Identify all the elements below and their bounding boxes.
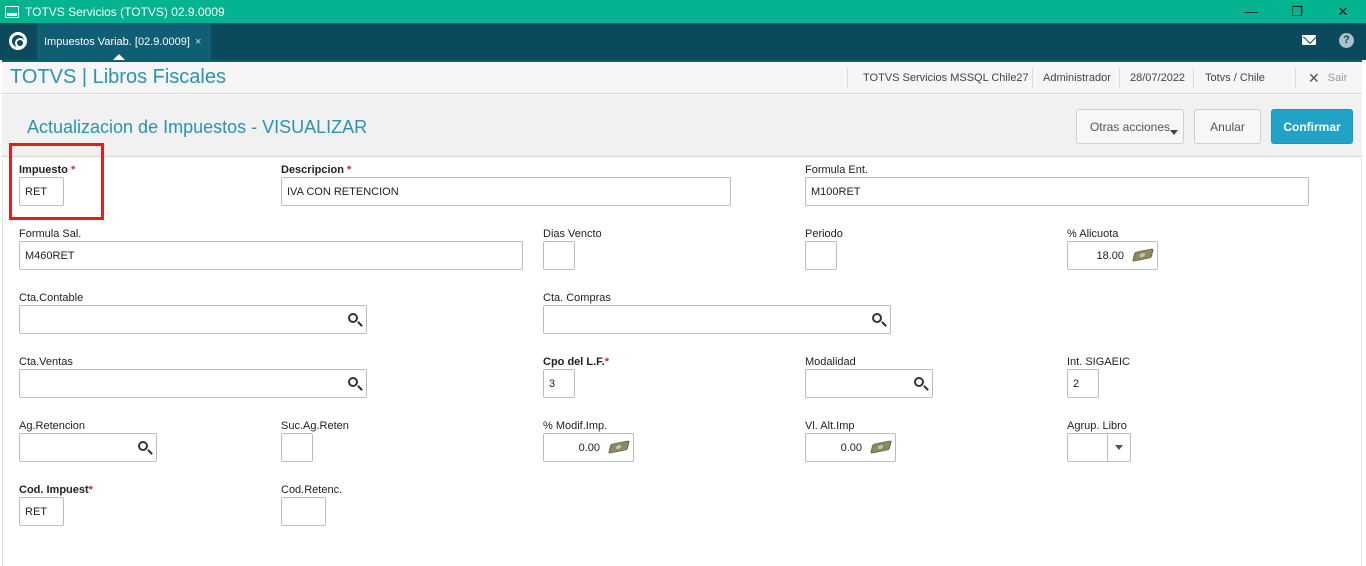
alicuota-label: % Alicuota	[1067, 228, 1119, 240]
int-sigaeic-field[interactable]: 2	[1067, 369, 1099, 398]
search-icon[interactable]	[138, 441, 148, 451]
chevron-down-icon	[1170, 130, 1178, 135]
chevron-down-icon[interactable]	[1107, 434, 1130, 461]
divider	[1119, 68, 1120, 88]
ag-retencion-label: Ag.Retencion	[19, 420, 86, 432]
cta-compras-label: Cta. Compras	[543, 292, 611, 304]
exit-label: Sair	[1327, 72, 1348, 84]
alicuota-value: 18.00	[1096, 249, 1124, 262]
dias-vencto-label: Dias Vencto	[543, 228, 602, 240]
cta-contable-label: Cta.Contable	[19, 292, 84, 304]
modif-imp-value: 0.00	[578, 441, 600, 454]
window-controls: — ❐ ✕	[1228, 0, 1366, 23]
close-icon: ✕	[1308, 69, 1320, 86]
formula-sal-label: Formula Sal.	[19, 228, 82, 240]
other-actions-label: Otras acciones	[1089, 119, 1171, 134]
ag-retencion-field[interactable]	[19, 433, 157, 462]
cod-retenc-field[interactable]	[281, 497, 326, 526]
formula-ent-label: Formula Ent.	[805, 164, 868, 176]
search-icon[interactable]	[914, 377, 924, 387]
search-icon[interactable]	[348, 313, 358, 323]
home-icon[interactable]	[9, 32, 27, 50]
divider	[847, 68, 848, 88]
suc-ag-reten-field[interactable]	[281, 433, 313, 462]
user-label: Administrador	[1043, 72, 1111, 84]
cpo-lf-label: Cpo del L.F.*	[543, 356, 610, 368]
tab-bar: Impuestos Variab. [02.9.0009] × ?	[0, 23, 1366, 60]
other-actions-button[interactable]: Otras acciones	[1076, 109, 1184, 144]
search-icon[interactable]	[348, 377, 358, 387]
descripcion-field[interactable]: IVA CON RETENCION	[281, 177, 731, 206]
tab-close-icon[interactable]: ×	[195, 36, 201, 48]
suc-ag-reten-label: Suc.Ag.Reten	[281, 420, 349, 432]
form-toolbar: Actualizacion de Impuestos - VISUALIZAR …	[2, 95, 1362, 157]
modalidad-label: Modalidad	[805, 356, 856, 368]
window-close-button[interactable]: ✕	[1320, 0, 1366, 23]
cta-contable-field[interactable]	[19, 305, 367, 334]
window-title: TOTVS Servicios (TOTVS) 02.9.0009	[25, 4, 225, 19]
money-icon[interactable]	[870, 440, 892, 454]
form-area	[2, 158, 1362, 566]
environment-label: TOTVS Servicios MSSQL Chile27	[863, 72, 1029, 84]
modalidad-field[interactable]	[805, 369, 933, 398]
int-sigaeic-label: Int. SIGAEIC	[1067, 356, 1130, 368]
highlight-annotation	[9, 143, 104, 220]
periodo-label: Periodo	[805, 228, 843, 240]
tab-label: Impuestos Variab. [02.9.0009]	[44, 35, 190, 48]
mail-icon[interactable]	[1302, 35, 1316, 45]
descripcion-label: Descripcion *	[281, 164, 352, 176]
app-name: TOTVS | Libros Fiscales	[10, 66, 226, 88]
exit-button[interactable]: ✕ Sair	[1308, 62, 1347, 94]
vl-alt-imp-label: Vl. Alt.Imp	[805, 420, 855, 432]
cta-ventas-label: Cta.Ventas	[19, 356, 73, 368]
cancel-button[interactable]: Anular	[1194, 109, 1261, 144]
cod-impuest-field[interactable]: RET	[19, 497, 64, 526]
modif-imp-label: % Modif.Imp.	[543, 420, 608, 432]
dias-vencto-field[interactable]	[543, 241, 575, 270]
cta-compras-field[interactable]	[543, 305, 891, 334]
app-icon	[5, 5, 19, 18]
alicuota-field[interactable]: 18.00	[1067, 241, 1158, 270]
cod-impuest-label: Cod. Impuest*	[19, 484, 93, 496]
money-icon[interactable]	[1132, 248, 1154, 262]
formula-sal-field[interactable]: M460RET	[19, 241, 523, 270]
cod-retenc-label: Cod.Retenc.	[281, 484, 343, 496]
cpo-lf-field[interactable]: 3	[543, 369, 575, 398]
minimize-button[interactable]: —	[1228, 0, 1274, 23]
search-icon[interactable]	[872, 313, 882, 323]
periodo-field[interactable]	[805, 241, 837, 270]
agrup-libro-label: Agrup. Libro	[1067, 420, 1127, 432]
date-label: 28/07/2022	[1130, 72, 1186, 84]
app-header: TOTVS | Libros Fiscales TOTVS Servicios …	[2, 60, 1362, 94]
cta-ventas-field[interactable]	[19, 369, 367, 398]
formula-ent-field[interactable]: M100RET	[805, 177, 1309, 206]
agrup-libro-select[interactable]	[1067, 433, 1131, 462]
modif-imp-field[interactable]: 0.00	[543, 433, 634, 462]
divider	[1193, 68, 1194, 88]
divider	[1032, 68, 1033, 88]
vl-alt-imp-field[interactable]: 0.00	[805, 433, 896, 462]
company-label: Totvs / Chile	[1205, 72, 1265, 84]
window-titlebar: TOTVS Servicios (TOTVS) 02.9.0009 — ❐ ✕	[0, 0, 1366, 23]
confirm-button[interactable]: Confirmar	[1271, 109, 1353, 144]
form-title: Actualizacion de Impuestos - VISUALIZAR	[27, 117, 368, 137]
restore-button[interactable]: ❐	[1274, 0, 1320, 23]
money-icon[interactable]	[608, 440, 630, 454]
divider	[1295, 68, 1296, 88]
vl-alt-imp-value: 0.00	[840, 441, 862, 454]
help-icon[interactable]: ?	[1339, 33, 1354, 48]
